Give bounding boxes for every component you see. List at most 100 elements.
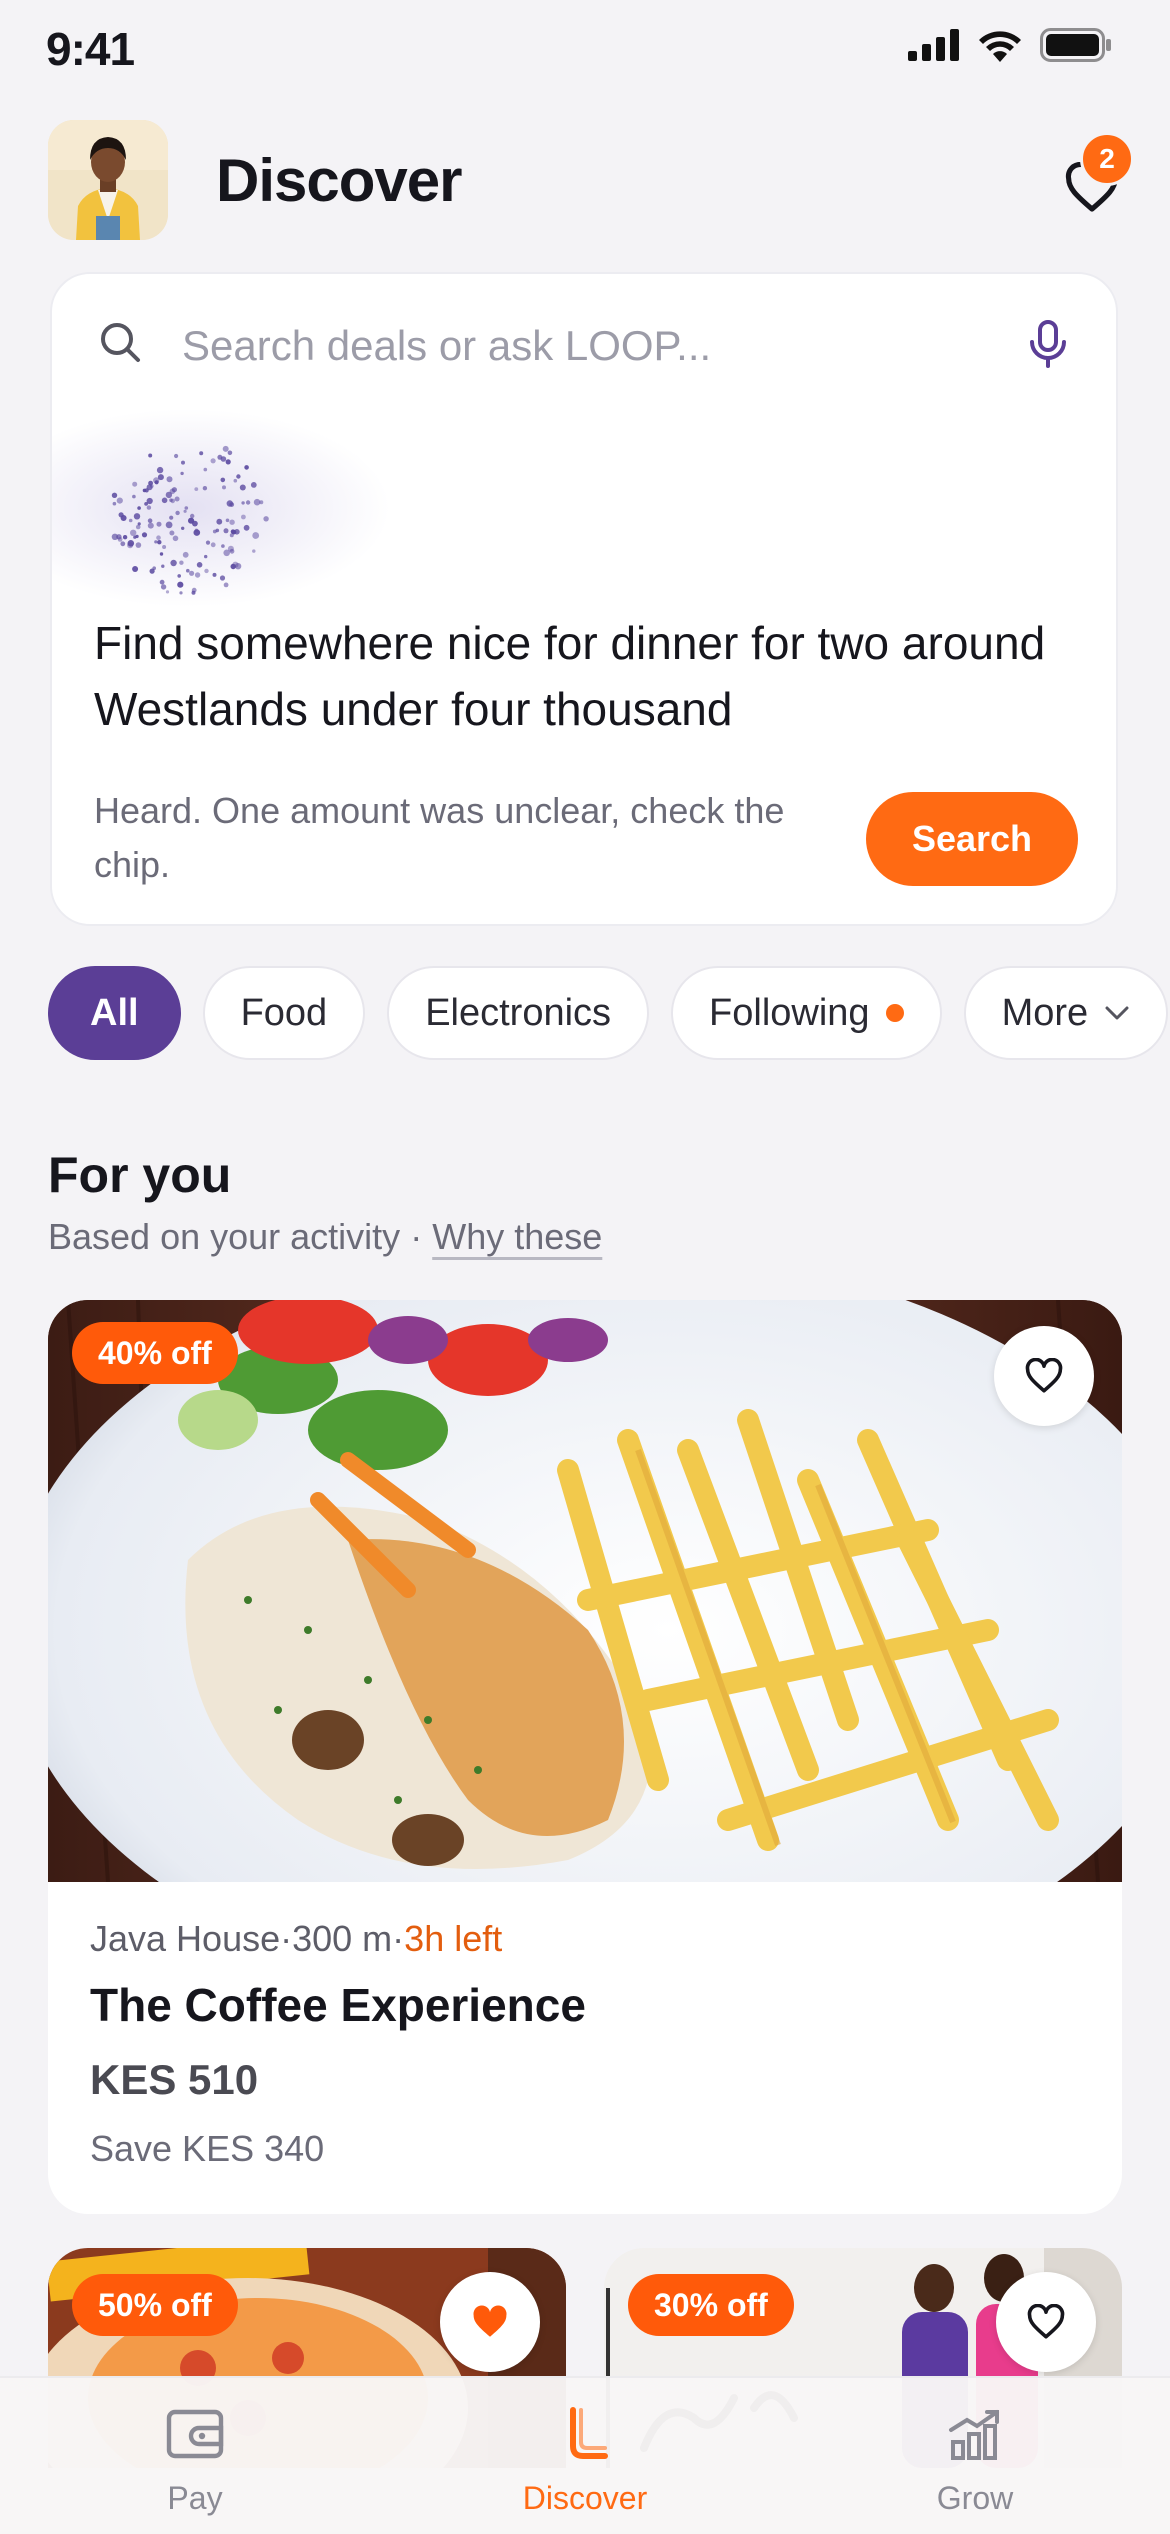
separator: ·: [392, 1918, 405, 1959]
orb-dot: [221, 544, 225, 548]
time-left: 3h left: [404, 1918, 503, 1959]
orb-dot: [111, 533, 119, 540]
orb-dot: [137, 506, 141, 510]
orb-dot: [179, 591, 183, 595]
orb-dot: [194, 572, 201, 578]
chevron-down-icon: [1105, 1006, 1129, 1020]
orb-dot: [132, 481, 138, 487]
orb-dot: [170, 559, 177, 567]
orb-dot: [118, 512, 124, 518]
orb-dot: [220, 456, 227, 462]
bottom-nav: Pay Discover Grow: [0, 2376, 1170, 2534]
deal-price: KES 510: [90, 2056, 259, 2103]
separator: ·: [410, 1216, 423, 1257]
orb-dot: [205, 540, 211, 545]
orb-dot: [233, 478, 238, 483]
orb-dot: [241, 501, 245, 505]
wallet-icon: [166, 2409, 224, 2459]
deal-card[interactable]: 40% off Java House·300 m·3h left The Cof…: [48, 1300, 1122, 2214]
orb-dot: [159, 579, 165, 585]
status-time: 9:41: [46, 23, 135, 75]
orb-dot: [166, 476, 173, 483]
chip-following[interactable]: Following: [671, 966, 942, 1060]
orb-dot: [141, 532, 148, 538]
orb-dot: [179, 560, 184, 565]
favorite-button[interactable]: [994, 1326, 1094, 1426]
orb-dot: [204, 554, 208, 559]
chip-electronics[interactable]: Electronics: [387, 966, 650, 1060]
chip-food[interactable]: Food: [202, 966, 366, 1060]
distance: 300 m: [292, 1918, 393, 1959]
orb-dot: [175, 510, 180, 516]
chip-label: Electronics: [425, 991, 612, 1034]
deal-title: The Coffee Experience: [90, 1979, 586, 2031]
chip-label: All: [90, 991, 139, 1034]
nav-discover[interactable]: Discover: [485, 2378, 685, 2534]
orb-dot: [181, 526, 185, 530]
microphone-icon[interactable]: [1024, 318, 1072, 370]
orb-dot: [169, 498, 173, 502]
orb-dot: [210, 542, 216, 548]
chip-more[interactable]: More: [963, 966, 1169, 1060]
orb-dot: [128, 518, 133, 523]
orb-dot: [215, 528, 220, 533]
orb-dot: [189, 570, 195, 576]
wifi-icon: [979, 31, 1021, 62]
orb-dot: [183, 509, 187, 513]
avatar[interactable]: [48, 120, 168, 240]
search-button[interactable]: Search: [866, 792, 1078, 886]
orb-dot: [148, 453, 153, 458]
wishlist-count-badge: 2: [1080, 132, 1134, 186]
section-subtitle-text: Based on your activity: [48, 1216, 401, 1257]
page-title: Discover: [216, 147, 462, 214]
orb-dot: [156, 535, 161, 540]
nav-grow[interactable]: Grow: [875, 2378, 1075, 2534]
orb-dot: [236, 474, 241, 479]
discount-badge: 50% off: [72, 2274, 238, 2336]
orb-dot: [263, 516, 269, 522]
deal-meta: Java House·300 m·3h left: [90, 1918, 502, 1960]
orb-dot: [177, 581, 184, 588]
section-title: For you: [48, 1147, 232, 1203]
signal-icon: [908, 29, 959, 61]
favorite-button[interactable]: [996, 2272, 1096, 2372]
orb-dot: [241, 514, 246, 520]
why-these-link[interactable]: Why these: [432, 1216, 602, 1257]
orb-dot: [162, 545, 167, 549]
profile-photo: [48, 120, 168, 240]
orb-dot: [117, 537, 123, 542]
orb-dot: [174, 496, 180, 502]
orb-dot: [132, 494, 136, 499]
orb-dot: [223, 582, 229, 588]
orb-dot: [156, 521, 162, 527]
orb-dot: [202, 486, 208, 491]
nav-pay[interactable]: Pay: [95, 2378, 295, 2534]
orb-dot: [165, 491, 173, 499]
orb-dot: [219, 575, 226, 581]
orb-dot: [252, 549, 256, 553]
orb-dot: [161, 497, 168, 504]
orb-dot: [133, 513, 141, 520]
orb-dot: [122, 535, 128, 540]
orb-dot: [153, 477, 160, 484]
search-input[interactable]: [182, 314, 1042, 378]
orb-dot: [223, 528, 229, 534]
orb-dot: [191, 590, 196, 595]
orb-dot: [148, 480, 153, 486]
chip-all[interactable]: All: [48, 966, 181, 1060]
favorite-button[interactable]: [440, 2272, 540, 2372]
section-subtitle: Based on your activity · Why these: [48, 1216, 602, 1258]
orb-dot: [156, 466, 164, 474]
orb-dot: [259, 500, 264, 505]
orb-dot: [210, 458, 216, 464]
growth-chart-icon: [949, 2410, 999, 2460]
orb-dot: [227, 450, 233, 456]
orb-dot: [135, 542, 142, 548]
orb-dot: [181, 460, 185, 465]
orb-dot: [243, 524, 250, 531]
orb-dot: [169, 530, 175, 536]
orb-dot: [182, 551, 189, 558]
chip-label: More: [1001, 991, 1089, 1034]
orb-dot: [146, 505, 152, 510]
orb-dot: [132, 566, 139, 572]
